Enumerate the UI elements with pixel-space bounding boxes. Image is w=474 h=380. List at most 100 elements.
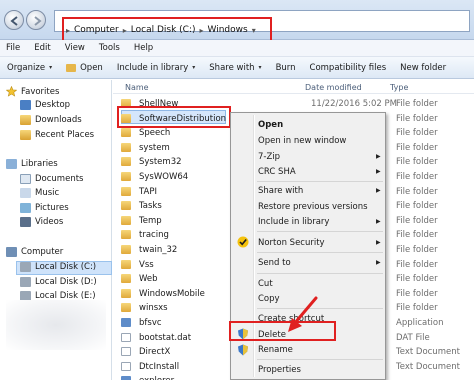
file-name: bfsvc (139, 318, 162, 328)
ctx-share-with[interactable]: Share with (258, 186, 303, 196)
file-name: DtcInstall (139, 361, 180, 372)
nav-favorites-label: Favorites (21, 86, 60, 97)
file-type: DAT File (396, 332, 430, 343)
file-icon (121, 347, 131, 357)
submenu-arrow-icon: ▶ (376, 259, 381, 266)
nav-libraries[interactable]: Libraries (6, 159, 58, 169)
ctx-crc-sha[interactable]: CRC SHA (258, 167, 296, 177)
ctx-rename[interactable]: Rename (258, 345, 293, 355)
ctx-include-in-library[interactable]: Include in library (258, 217, 329, 227)
ctx-restore-previous[interactable]: Restore previous versions (258, 202, 368, 212)
norton-check-icon (237, 236, 249, 248)
nav-documents[interactable]: Documents (20, 174, 83, 184)
application-icon (121, 376, 131, 380)
new-folder-button[interactable]: New folder (393, 57, 453, 78)
new-folder-label: New folder (400, 62, 447, 73)
nav-local-disk-d[interactable]: Local Disk (D:) (20, 277, 97, 287)
back-button[interactable] (4, 10, 24, 30)
file-type: File folder (396, 215, 438, 226)
file-name: TAPI (139, 186, 157, 197)
submenu-arrow-icon: ▶ (376, 153, 381, 160)
folder-icon (121, 157, 131, 167)
nav-pictures[interactable]: Pictures (20, 203, 69, 213)
nav-computer-label: Computer (21, 247, 64, 257)
submenu-arrow-icon: ▶ (376, 218, 381, 225)
share-with-button[interactable]: Share with ▾ (202, 57, 268, 78)
column-date-modified[interactable]: Date modified (305, 83, 362, 92)
menu-separator (257, 252, 383, 253)
file-type: Text Document (396, 347, 460, 358)
nav-recent-places[interactable]: Recent Places (20, 130, 94, 140)
submenu-arrow-icon: ▶ (376, 168, 381, 175)
column-type[interactable]: Type (390, 83, 408, 92)
include-library-button[interactable]: Include in library ▾ (110, 57, 202, 78)
file-type: File folder (396, 99, 438, 109)
chevron-down-icon: ▾ (192, 64, 196, 71)
blurred-region (6, 300, 106, 350)
folder-icon (121, 245, 131, 254)
ctx-norton-security[interactable]: Norton Security (258, 238, 325, 248)
file-name: twain_32 (139, 245, 178, 255)
menu-file[interactable]: File (6, 43, 20, 53)
file-type: File folder (396, 288, 438, 299)
burn-button[interactable]: Burn (269, 57, 303, 78)
nav-desktop-label: Desktop (35, 100, 71, 110)
file-type: File folder (396, 113, 438, 124)
star-icon (6, 86, 17, 97)
file-type: File folder (396, 303, 438, 314)
organize-button[interactable]: Organize ▾ (0, 57, 59, 78)
file-name: System32 (139, 157, 182, 168)
file-type: File folder (396, 230, 438, 241)
menu-view[interactable]: View (65, 43, 85, 53)
file-type: File folder (396, 186, 438, 197)
ctx-open-new-window[interactable]: Open in new window (258, 136, 346, 146)
nav-favorites[interactable]: Favorites (6, 86, 59, 97)
ctx-copy[interactable]: Copy (258, 294, 280, 304)
file-name: Speech (139, 128, 171, 139)
ctx-properties[interactable]: Properties (258, 365, 301, 375)
compatibility-files-button[interactable]: Compatibility files (303, 57, 394, 78)
libraries-icon (6, 159, 17, 169)
nav-libraries-label: Libraries (21, 159, 58, 169)
nav-pictures-label: Pictures (35, 203, 69, 213)
nav-downloads[interactable]: Downloads (20, 115, 82, 125)
folder-icon (121, 303, 131, 313)
column-name[interactable]: Name (125, 83, 149, 92)
nav-desktop[interactable]: Desktop (20, 100, 70, 110)
ctx-open[interactable]: Open (258, 120, 283, 130)
folder-icon (121, 128, 131, 138)
nav-local-disk-c[interactable]: Local Disk (C:) (20, 262, 96, 272)
file-type: Text Document (396, 361, 460, 372)
open-label: Open (80, 62, 103, 73)
nav-computer[interactable]: Computer (6, 247, 63, 257)
documents-icon (20, 174, 31, 184)
nav-music[interactable]: Music (20, 188, 59, 198)
file-type: File folder (396, 157, 438, 168)
chevron-down-icon: ▾ (49, 64, 53, 71)
nav-videos-label: Videos (35, 217, 64, 227)
submenu-arrow-icon: ▶ (376, 239, 381, 246)
folder-icon (121, 259, 131, 269)
recent-places-icon (20, 130, 31, 140)
ctx-7zip[interactable]: 7-Zip (258, 152, 280, 162)
file-type: File folder (396, 172, 438, 182)
forward-button[interactable] (26, 10, 46, 30)
submenu-arrow-icon: ▶ (376, 187, 381, 194)
ctx-send-to[interactable]: Send to (258, 258, 291, 268)
folder-icon (66, 63, 77, 72)
file-type: File folder (396, 128, 438, 139)
file-icon (121, 332, 131, 342)
file-name: winsxs (139, 303, 168, 314)
menu-separator (257, 273, 383, 274)
menu-edit[interactable]: Edit (34, 43, 50, 53)
folder-icon (121, 186, 131, 196)
file-date: 11/22/2016 5:02 PM (311, 99, 397, 109)
menu-tools[interactable]: Tools (99, 43, 120, 53)
nav-recent-label: Recent Places (35, 130, 95, 140)
ctx-cut[interactable]: Cut (258, 279, 273, 289)
file-name: DirectX (139, 347, 171, 358)
nav-videos[interactable]: Videos (20, 217, 63, 227)
folder-icon (121, 142, 131, 152)
menu-help[interactable]: Help (134, 43, 153, 53)
open-button[interactable]: Open (59, 57, 110, 78)
